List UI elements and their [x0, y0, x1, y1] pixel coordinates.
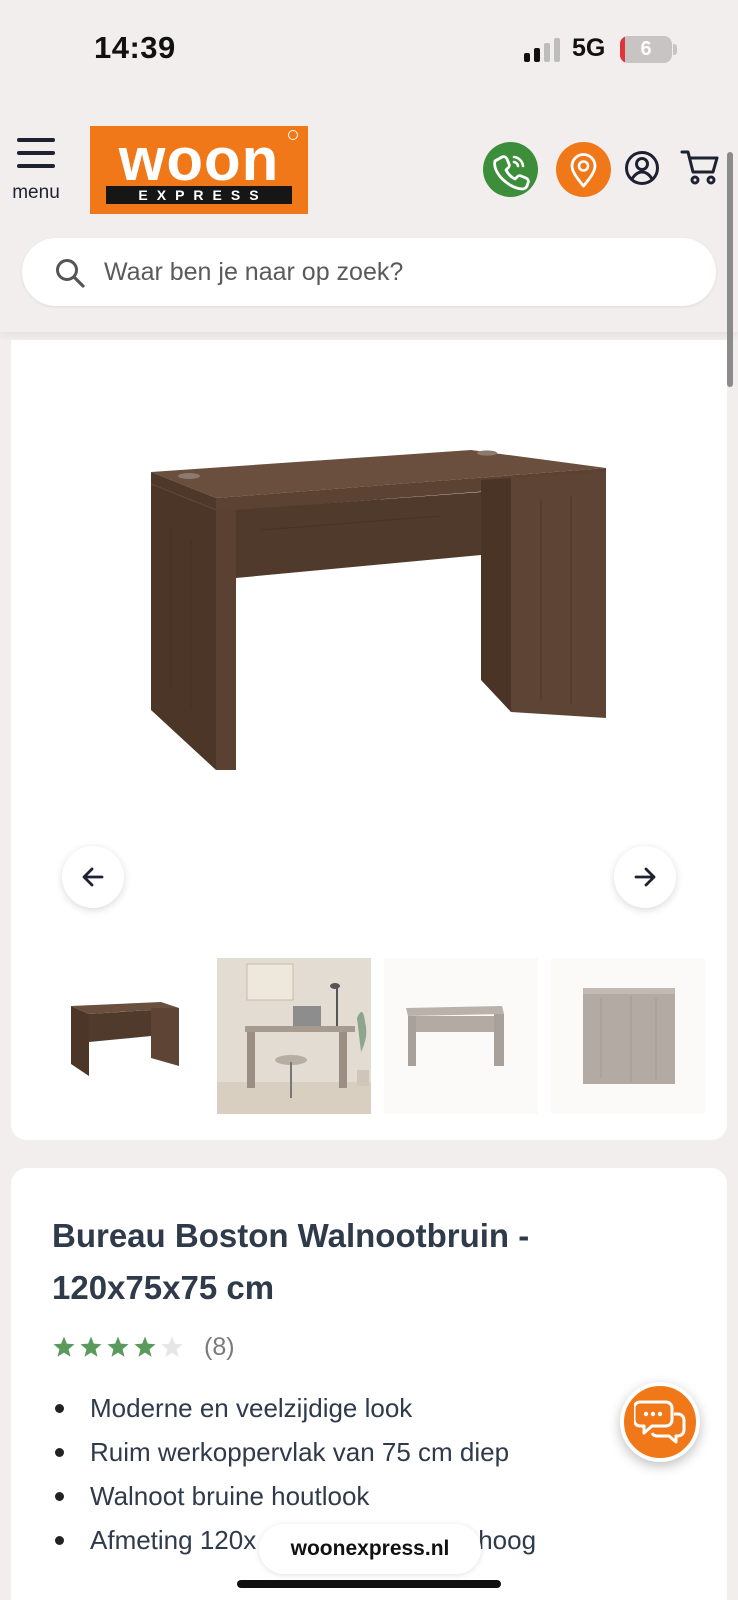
shopping-cart-icon[interactable]	[680, 148, 720, 186]
thumbnail-desk-side[interactable]	[551, 958, 705, 1114]
gallery-next-button[interactable]	[614, 846, 676, 908]
phone-button[interactable]	[483, 142, 538, 197]
star-empty-icon	[161, 1336, 183, 1357]
menu-button[interactable]: menu	[8, 136, 64, 208]
star-filled-icon	[134, 1336, 156, 1357]
store-locator-button[interactable]	[556, 142, 611, 197]
arrow-right-icon	[634, 867, 656, 887]
status-bar: 14:39 5G 6	[0, 0, 738, 100]
chat-button[interactable]	[620, 1382, 700, 1462]
signal-icon	[524, 38, 560, 62]
logo-subtitle: EXPRESS	[138, 187, 268, 203]
gallery-prev-button[interactable]	[62, 846, 124, 908]
search-input[interactable]	[104, 238, 684, 306]
status-time: 14:39	[94, 30, 176, 65]
logo-wordmark: woon	[118, 126, 280, 193]
phone-icon	[493, 155, 530, 191]
product-main-image[interactable]	[141, 450, 621, 780]
user-account-icon[interactable]	[624, 150, 660, 186]
chat-bubbles-icon	[634, 1400, 686, 1444]
network-type: 5G	[572, 34, 606, 62]
browser-url-bar[interactable]: woonexpress.nl	[259, 1524, 481, 1574]
location-pin-icon	[570, 153, 597, 188]
usp-item: Walnoot bruine houtlook	[52, 1474, 652, 1518]
woonexpress-logo[interactable]: woon EXPRESS	[90, 126, 308, 214]
logo-bar: EXPRESS	[106, 186, 292, 204]
page-scrollbar[interactable]	[727, 152, 733, 387]
menu-label: menu	[12, 182, 60, 203]
star-filled-icon	[80, 1336, 102, 1357]
site-header: menu woon EXPRESS	[0, 100, 738, 332]
usp-item-text-end: hoog	[478, 1525, 537, 1555]
rating-stars	[52, 1333, 192, 1363]
usp-item: Ruim werkoppervlak van 75 cm diep	[52, 1430, 652, 1474]
product-title: Bureau Boston Walnootbruin - 120x75x75 c…	[52, 1217, 530, 1306]
thumbnail-desk-grey[interactable]	[384, 958, 538, 1114]
hamburger-menu-icon	[17, 138, 55, 168]
usp-item: Moderne en veelzijdige look	[52, 1386, 652, 1430]
search-icon	[56, 259, 85, 288]
usp-item-text: Afmeting 120x	[90, 1525, 257, 1555]
star-filled-icon	[107, 1336, 129, 1357]
arrow-left-icon	[82, 867, 104, 887]
gallery-thumbnails	[51, 958, 711, 1114]
thumbnail-desk-front[interactable]	[51, 958, 205, 1114]
battery-icon: 6	[620, 36, 672, 63]
registered-mark-icon	[288, 130, 298, 140]
product-gallery	[11, 340, 727, 1140]
star-filled-icon	[53, 1336, 75, 1357]
review-count[interactable]: (8)	[204, 1333, 235, 1362]
home-indicator[interactable]	[237, 1580, 501, 1588]
battery-cap	[673, 44, 677, 55]
search-bar[interactable]	[22, 238, 716, 306]
thumbnail-desk-in-room[interactable]	[217, 958, 371, 1114]
battery-percent: 6	[640, 38, 652, 60]
